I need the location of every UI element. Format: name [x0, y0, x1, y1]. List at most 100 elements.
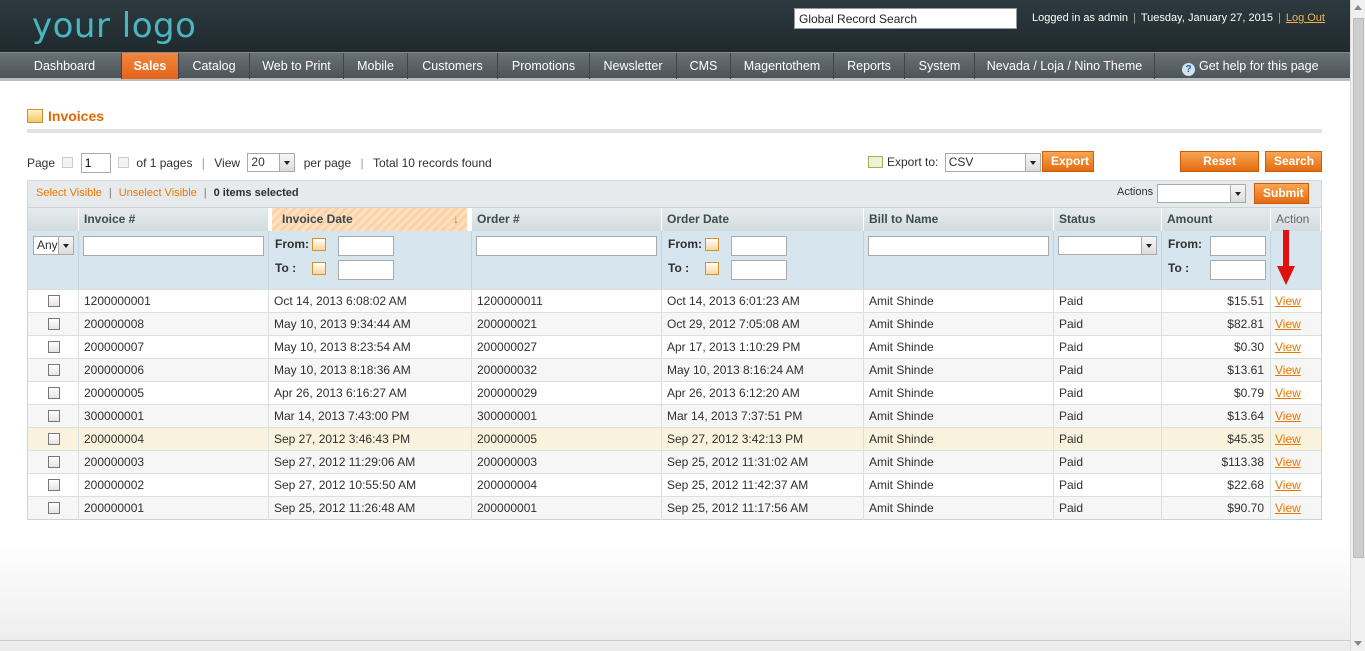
- calendar-icon[interactable]: [312, 262, 326, 275]
- cell-order-date: Mar 14, 2013 7:37:51 PM: [662, 405, 864, 428]
- from-label: From:: [275, 237, 309, 251]
- search-button[interactable]: Search: [1265, 151, 1322, 172]
- view-link[interactable]: View: [1271, 290, 1321, 313]
- unselect-visible-link[interactable]: Unselect Visible: [119, 187, 197, 199]
- view-link[interactable]: View: [1271, 428, 1321, 451]
- row-checkbox[interactable]: [48, 410, 60, 422]
- col-head-invoice[interactable]: Invoice #: [79, 208, 269, 231]
- table-row[interactable]: 200000002 Sep 27, 2012 10:55:50 AM 20000…: [28, 473, 1321, 497]
- actions-select[interactable]: [1157, 184, 1246, 203]
- select-visible-link[interactable]: Select Visible: [36, 187, 102, 199]
- help-link[interactable]: ? Get help for this page: [1182, 53, 1319, 79]
- table-row[interactable]: 300000001 Mar 14, 2013 7:43:00 PM 300000…: [28, 404, 1321, 428]
- col-head-order-date[interactable]: Order Date: [662, 208, 864, 231]
- nav-item-system[interactable]: System: [905, 53, 975, 79]
- nav-item-sales[interactable]: Sales: [122, 53, 179, 79]
- submit-button[interactable]: Submit: [1254, 183, 1309, 204]
- filter-order-date-to[interactable]: [731, 260, 787, 280]
- calendar-icon[interactable]: [705, 262, 719, 275]
- vertical-scrollbar[interactable]: [1350, 0, 1365, 651]
- table-row[interactable]: 200000001 Sep 25, 2012 11:26:48 AM 20000…: [28, 496, 1321, 520]
- export-format-select[interactable]: CSV: [944, 153, 1041, 173]
- filter-order-date-from[interactable]: [731, 236, 787, 256]
- row-checkbox[interactable]: [48, 502, 60, 514]
- row-checkbox[interactable]: [48, 456, 60, 468]
- filter-invoice-date-to[interactable]: [338, 260, 394, 280]
- sort-arrow-icon: ↓: [453, 212, 459, 226]
- nav-item-reports[interactable]: Reports: [834, 53, 905, 79]
- global-search-input[interactable]: [794, 8, 1017, 29]
- cell-bill-to: Amit Shinde: [864, 290, 1054, 313]
- row-checkbox[interactable]: [48, 364, 60, 376]
- filter-invoice-input[interactable]: [83, 236, 264, 256]
- cell-invoice: 200000004: [79, 428, 269, 451]
- cell-amount: $15.51: [1162, 290, 1271, 313]
- filter-bill-to-input[interactable]: [868, 236, 1049, 256]
- cell-invoice-date: Sep 27, 2012 3:46:43 PM: [269, 428, 472, 451]
- next-page-icon[interactable]: [118, 157, 130, 169]
- nav-item-newsletter[interactable]: Newsletter: [590, 53, 677, 79]
- table-row[interactable]: 200000008 May 10, 2013 9:34:44 AM 200000…: [28, 312, 1321, 336]
- col-head-bill-to-name[interactable]: Bill to Name: [864, 208, 1054, 231]
- table-row[interactable]: 200000004 Sep 27, 2012 3:46:43 PM 200000…: [28, 427, 1321, 451]
- cell-bill-to: Amit Shinde: [864, 336, 1054, 359]
- view-link[interactable]: View: [1271, 451, 1321, 474]
- col-head-invoice-date[interactable]: Invoice Date ↓: [272, 208, 468, 231]
- table-row[interactable]: 200000005 Apr 26, 2013 6:16:27 AM 200000…: [28, 381, 1321, 405]
- calendar-icon[interactable]: [705, 238, 719, 251]
- table-row[interactable]: 200000003 Sep 27, 2012 11:29:06 AM 20000…: [28, 450, 1321, 474]
- col-head-amount[interactable]: Amount: [1162, 208, 1271, 231]
- col-head-order[interactable]: Order #: [472, 208, 662, 231]
- any-select[interactable]: Any: [33, 236, 74, 255]
- view-link[interactable]: View: [1271, 474, 1321, 497]
- status-select[interactable]: [1058, 236, 1157, 255]
- view-link[interactable]: View: [1271, 359, 1321, 382]
- export-format-value: CSV: [948, 155, 974, 170]
- table-row[interactable]: 1200000001 Oct 14, 2013 6:08:02 AM 12000…: [28, 289, 1321, 313]
- row-checkbox[interactable]: [48, 433, 60, 445]
- table-row[interactable]: 200000006 May 10, 2013 8:18:36 AM 200000…: [28, 358, 1321, 382]
- cell-order: 200000032: [472, 359, 662, 382]
- nav-item-nevada-theme[interactable]: Nevada / Loja / Nino Theme: [975, 53, 1155, 79]
- page-input[interactable]: [80, 152, 111, 173]
- cell-order: 200000005: [472, 428, 662, 451]
- row-checkbox[interactable]: [48, 479, 60, 491]
- cell-status: Paid: [1054, 405, 1162, 428]
- nav-item-promotions[interactable]: Promotions: [498, 53, 590, 79]
- scroll-up-icon[interactable]: [1354, 5, 1362, 10]
- nav-item-cms[interactable]: CMS: [677, 53, 731, 79]
- row-checkbox[interactable]: [48, 295, 60, 307]
- nav-item-web-to-print[interactable]: Web to Print: [250, 53, 344, 79]
- view-link[interactable]: View: [1271, 497, 1321, 520]
- logo[interactable]: your logo: [32, 6, 196, 46]
- view-link[interactable]: View: [1271, 382, 1321, 405]
- nav-item-mobile[interactable]: Mobile: [344, 53, 408, 79]
- calendar-icon[interactable]: [312, 238, 326, 251]
- row-checkbox[interactable]: [48, 318, 60, 330]
- cell-amount: $113.38: [1162, 451, 1271, 474]
- per-page-select[interactable]: 20: [247, 153, 296, 173]
- logout-link[interactable]: Log Out: [1286, 12, 1325, 24]
- scroll-down-icon[interactable]: [1354, 641, 1362, 646]
- view-link[interactable]: View: [1271, 313, 1321, 336]
- row-checkbox[interactable]: [48, 387, 60, 399]
- filter-amount-to[interactable]: [1210, 260, 1266, 280]
- nav-item-magentothem[interactable]: Magentothem: [731, 53, 834, 79]
- scroll-thumb[interactable]: [1353, 18, 1364, 558]
- nav-item-dashboard[interactable]: Dashboard: [0, 53, 122, 79]
- export-button[interactable]: Export: [1042, 151, 1094, 172]
- nav-item-customers[interactable]: Customers: [408, 53, 498, 79]
- view-link[interactable]: View: [1271, 336, 1321, 359]
- reset-filter-button[interactable]: Reset Filter: [1180, 151, 1259, 187]
- view-link[interactable]: View: [1271, 405, 1321, 428]
- filter-amount-from[interactable]: [1210, 236, 1266, 256]
- row-checkbox[interactable]: [48, 341, 60, 353]
- filter-invoice-date-from[interactable]: [338, 236, 394, 256]
- table-row[interactable]: 200000007 May 10, 2013 8:23:54 AM 200000…: [28, 335, 1321, 359]
- prev-page-icon[interactable]: [62, 157, 74, 169]
- cell-invoice: 200000005: [79, 382, 269, 405]
- nav-item-catalog[interactable]: Catalog: [179, 53, 250, 79]
- col-head-status[interactable]: Status: [1054, 208, 1162, 231]
- filter-order-input[interactable]: [476, 236, 657, 256]
- filter-cell-invoice: [79, 231, 269, 289]
